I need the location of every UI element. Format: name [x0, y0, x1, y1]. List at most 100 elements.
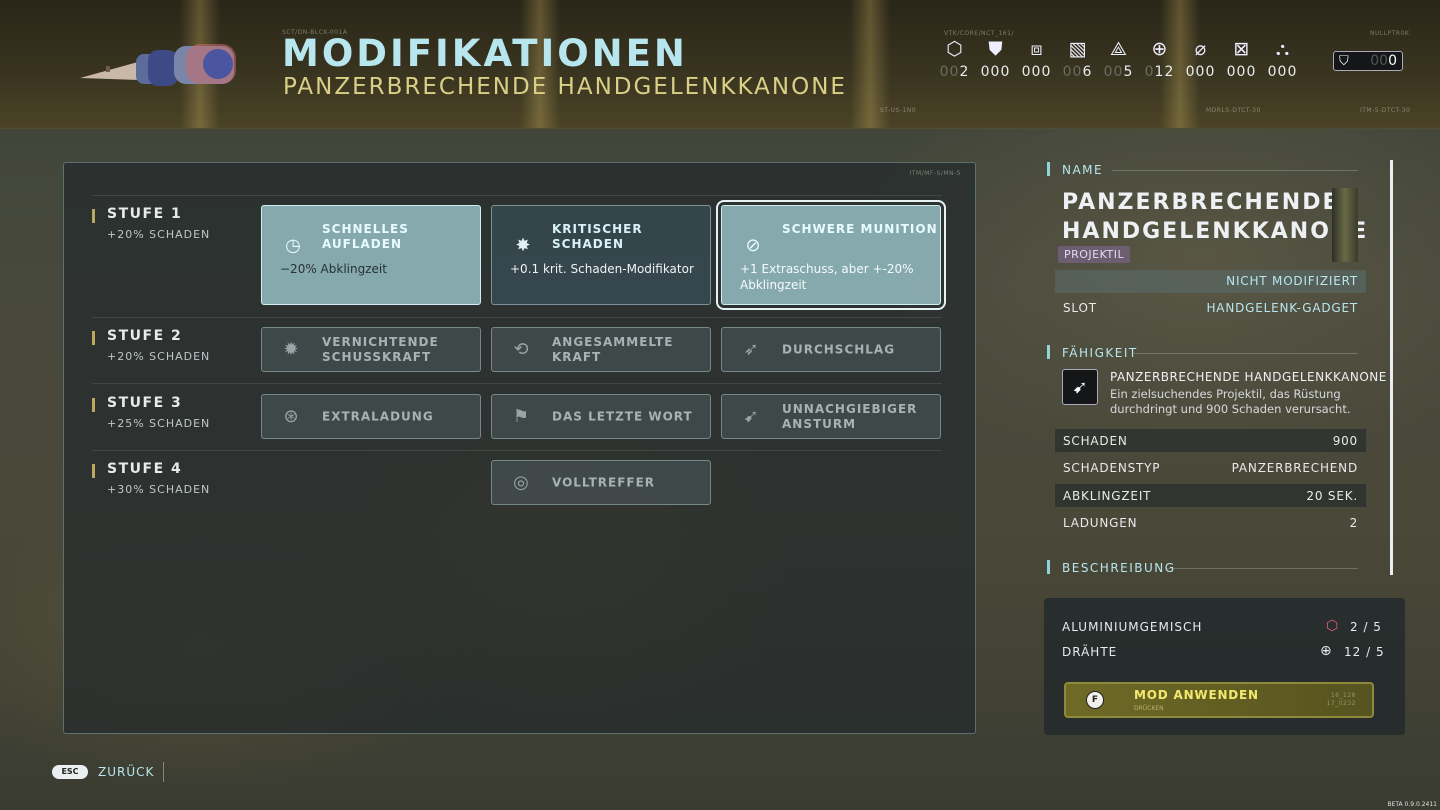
resource-count: 000: [1226, 64, 1257, 80]
extra-charge-icon: ⊛: [283, 406, 299, 427]
resource-item: ⛬ 000: [1262, 38, 1303, 80]
resource-count: 000: [1185, 64, 1216, 80]
mod-name: ANGESAMMELTE: [552, 334, 674, 349]
resource-item: ⬡ 002: [934, 38, 975, 80]
last-word-icon: ⚑: [512, 406, 530, 427]
mod-name: VOLLTREFFER: [552, 475, 656, 489]
resource-count: 000: [1267, 64, 1298, 80]
mod-card-das-letzte-wort[interactable]: ⚑ DAS LETZTE WORT: [491, 394, 711, 439]
weapon-name: PANZERBRECHENDE HANDGELENKKANONE: [1062, 190, 1369, 244]
mod-name: VERNICHTENDE: [322, 334, 439, 349]
section-header-description: BESCHREIBUNG: [1062, 561, 1176, 575]
mod-card-angesammelte-kraft[interactable]: ⟲ ANGESAMMELTE KRAFT: [491, 327, 711, 372]
crit-burst-icon: ✸: [515, 234, 531, 256]
mod-name: KRITISCHER SCHADEN: [552, 222, 643, 251]
mod-card-schwere-munition[interactable]: ⊘ SCHWERE MUNITION +1 Extraschuss, aber …: [716, 200, 946, 310]
tube-icon: ⌀: [1194, 38, 1207, 60]
section-header-name: NAME: [1062, 163, 1104, 177]
crosshair-icon: ⊕: [1320, 643, 1332, 659]
resource-item: ⛊ 000: [975, 38, 1016, 80]
mod-description: −20% Abklingzeit: [280, 262, 387, 276]
divider: [163, 762, 164, 782]
plate-icon: ▧: [1068, 38, 1087, 60]
hexagon-icon: ⬡: [946, 38, 963, 60]
resource-count: 000: [980, 64, 1011, 80]
mod-card-vernichtende-schusskraft[interactable]: ✹ VERNICHTENDE SCHUSSKRAFT: [261, 327, 481, 372]
cost-value: 12 / 5: [1344, 645, 1385, 659]
credits-counter: ⛉ 000: [1333, 51, 1403, 71]
scrollbar[interactable]: [1390, 160, 1393, 575]
cost-value: 2 / 5: [1350, 620, 1382, 634]
ability-title: PANZERBRECHENDE HANDGELENKKANONE: [1110, 370, 1387, 384]
credits-value: 0: [1388, 53, 1397, 69]
resource-count: 12: [1154, 64, 1175, 80]
divider: [1167, 568, 1358, 569]
panel-code: ITM/MF-S/MN-5: [909, 170, 961, 177]
ability-description: Ein zielsuchendes Projektil, das Rüstung…: [1110, 387, 1351, 416]
divider: [1134, 353, 1358, 354]
ability-icon: ➹: [1062, 369, 1098, 405]
tier-bonus: +30% SCHADEN: [107, 483, 211, 496]
mod-card-volltreffer[interactable]: ◎ VOLLTREFFER: [491, 460, 711, 505]
section-marker: [1047, 560, 1050, 574]
header-code: VTK/CORE/NCT_161/: [944, 30, 1014, 37]
cluster-icon: ⛬: [1275, 38, 1290, 60]
key-hint-f: F: [1086, 691, 1104, 709]
apply-mod-button[interactable]: F MOD ANWENDEN DRÜCKEN 16_128 17_0232: [1064, 682, 1374, 718]
mod-card-kritischer-schaden[interactable]: ✸ KRITISCHER SCHADEN +0.1 krit. Schaden-…: [491, 205, 711, 305]
stat-row: LADUNGEN 2: [1063, 515, 1358, 530]
resource-bar: ⬡ 002 ⛊ 000 ⧈ 000 ▧ 006 ⟁ 005 ⊕ 012 ⌀ 000 ⊠ 000 …: [934, 38, 1303, 80]
armor-icon: ⛊: [988, 38, 1003, 60]
section-marker: [1047, 345, 1050, 359]
resource-item: ⊠ 000: [1221, 38, 1262, 80]
crosshair-icon: ⊕: [1151, 38, 1168, 60]
category-badge: PROJEKTIL: [1058, 246, 1131, 263]
resource-item: ⧈ 000: [1016, 38, 1057, 80]
tier-name: STUFE 2: [107, 328, 183, 344]
mod-card-unnachgiebiger-ansturm[interactable]: ➹ UNNACHGIEBIGER ANSTURM: [721, 394, 941, 439]
resource-count: 6: [1082, 64, 1093, 80]
back-button[interactable]: ZURÜCK: [98, 765, 154, 779]
tier-bonus: +25% SCHADEN: [107, 417, 211, 430]
page-subtitle: PANZERBRECHENDE HANDGELENKKANONE: [283, 74, 847, 100]
weapon-icon: [80, 44, 236, 86]
mod-name: UNNACHGIEBIGER: [782, 401, 918, 416]
resource-item: ⊕ 012: [1139, 38, 1180, 80]
esc-key-hint[interactable]: ESC: [52, 765, 88, 779]
mod-description: +1 Extraschuss, aber +-20% Abklingzeit: [740, 262, 914, 292]
mod-name: EXTRALADUNG: [322, 409, 434, 423]
header-code: ITM-5-DTCT-30: [1360, 107, 1411, 114]
pierce-icon: ➶: [743, 339, 759, 360]
mod-name: SCHNELLES AUFLADEN: [322, 222, 409, 251]
mod-card-durchschlag[interactable]: ➶ DURCHSCHLAG: [721, 327, 941, 372]
build-version: BETA 0.9.0.2411: [1387, 801, 1437, 808]
stack-power-icon: ⟲: [513, 339, 529, 360]
section-marker: [1047, 162, 1050, 176]
slot-label: SLOT: [1063, 300, 1097, 315]
tier-name: STUFE 3: [107, 395, 183, 411]
slot-row: SLOT HANDGELENK-GADGET: [1055, 296, 1366, 319]
resource-item: ⌀ 000: [1180, 38, 1221, 80]
heavy-ammo-icon: ⊘: [745, 234, 761, 256]
resource-count: 000: [1021, 64, 1052, 80]
mod-card-schnelles-aufladen[interactable]: ◷ SCHNELLES AUFLADEN −20% Abklingzeit: [261, 205, 481, 305]
box-x-icon: ⊠: [1233, 38, 1250, 60]
stat-row: ABKLINGZEIT 20 SEK.: [1055, 484, 1366, 507]
stat-row: SCHADEN 900: [1055, 429, 1366, 452]
apply-mod-sublabel: DRÜCKEN: [1134, 705, 1164, 712]
stat-row: SCHADENSTYP PANZERBRECHEND: [1063, 460, 1358, 475]
blast-icon: ✹: [283, 339, 299, 360]
mod-name: DAS LETZTE WORT: [552, 409, 693, 423]
timer-icon: ◷: [285, 234, 301, 256]
resource-item: ▧ 006: [1057, 38, 1098, 80]
mod-description: +0.1 krit. Schaden-Modifikator: [510, 262, 694, 276]
divider: [1112, 170, 1358, 171]
resource-count: 2: [959, 64, 970, 80]
credits-icon: ⛉: [1339, 53, 1349, 69]
mod-name: DURCHSCHLAG: [782, 342, 896, 356]
tier-name: STUFE 1: [107, 206, 183, 222]
tier-name: STUFE 4: [107, 461, 183, 477]
mod-card-extraladung[interactable]: ⊛ EXTRALADUNG: [261, 394, 481, 439]
section-header-ability: FÄHIGKEIT: [1062, 346, 1138, 360]
hexagon-icon: ⬡: [1326, 618, 1339, 634]
